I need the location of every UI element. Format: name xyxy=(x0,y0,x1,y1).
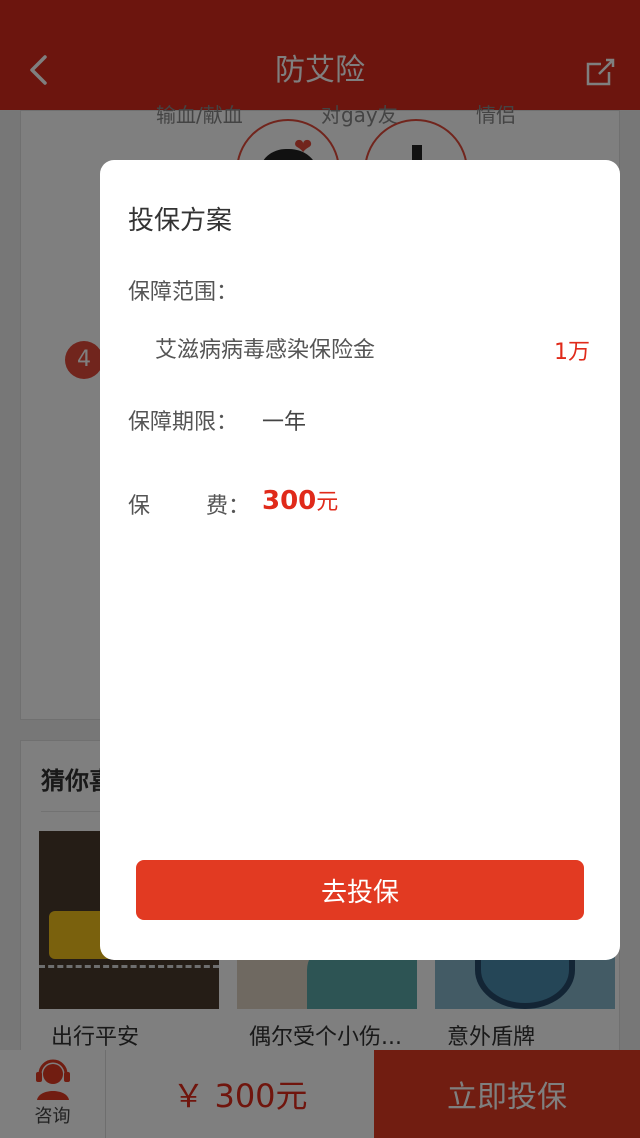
premium-value: 300元 xyxy=(262,484,338,516)
premium-amount: 300 xyxy=(262,486,317,516)
coverage-item: 艾滋病病毒感染保险金 xyxy=(155,338,376,363)
period-label: 保障期限： xyxy=(128,410,239,435)
modal-title: 投保方案 xyxy=(128,206,233,236)
premium-label: 保 xyxy=(128,494,151,519)
coverage-amount: 1万 xyxy=(554,340,590,365)
go-insure-button[interactable]: 去投保 xyxy=(136,860,584,920)
premium-unit: 元 xyxy=(316,490,339,515)
premium-label-suffix: 费： xyxy=(206,494,251,519)
coverage-label: 保障范围： xyxy=(128,280,239,305)
period-value: 一年 xyxy=(262,410,307,435)
insurance-plan-modal: 投保方案 保障范围： 艾滋病病毒感染保险金 1万 保障期限： 一年 保 费： 3… xyxy=(100,160,620,960)
